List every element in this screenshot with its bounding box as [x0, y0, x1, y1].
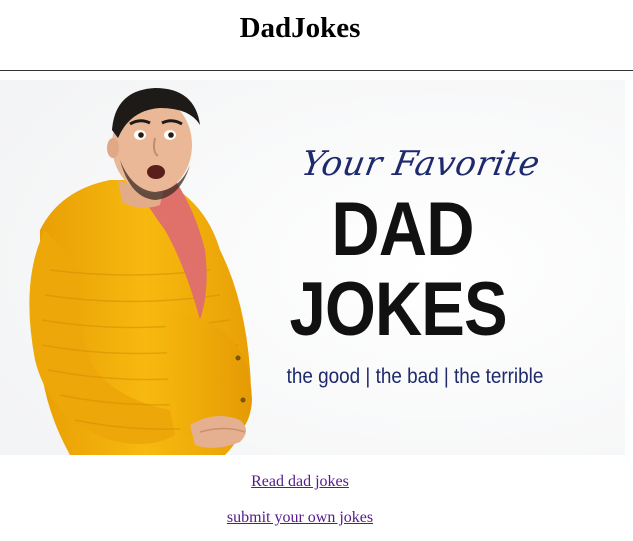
- header-divider: [0, 70, 633, 71]
- hero-headline-jokes: JOKES: [289, 267, 508, 352]
- hero-banner: Your Favorite DAD JOKES the good | the b…: [0, 80, 625, 455]
- hero-headline-dad: DAD: [331, 187, 474, 272]
- hero-tagline: the good | the bad | the terrible: [286, 365, 544, 388]
- hero-script-text: Your Favorite: [298, 144, 544, 184]
- submit-jokes-row: submit your own jokes: [0, 509, 600, 527]
- read-jokes-row: Read dad jokes: [0, 473, 600, 491]
- site-title: DadJokes: [239, 12, 361, 44]
- read-jokes-link[interactable]: Read dad jokes: [251, 473, 349, 490]
- submit-jokes-link[interactable]: submit your own jokes: [227, 509, 373, 526]
